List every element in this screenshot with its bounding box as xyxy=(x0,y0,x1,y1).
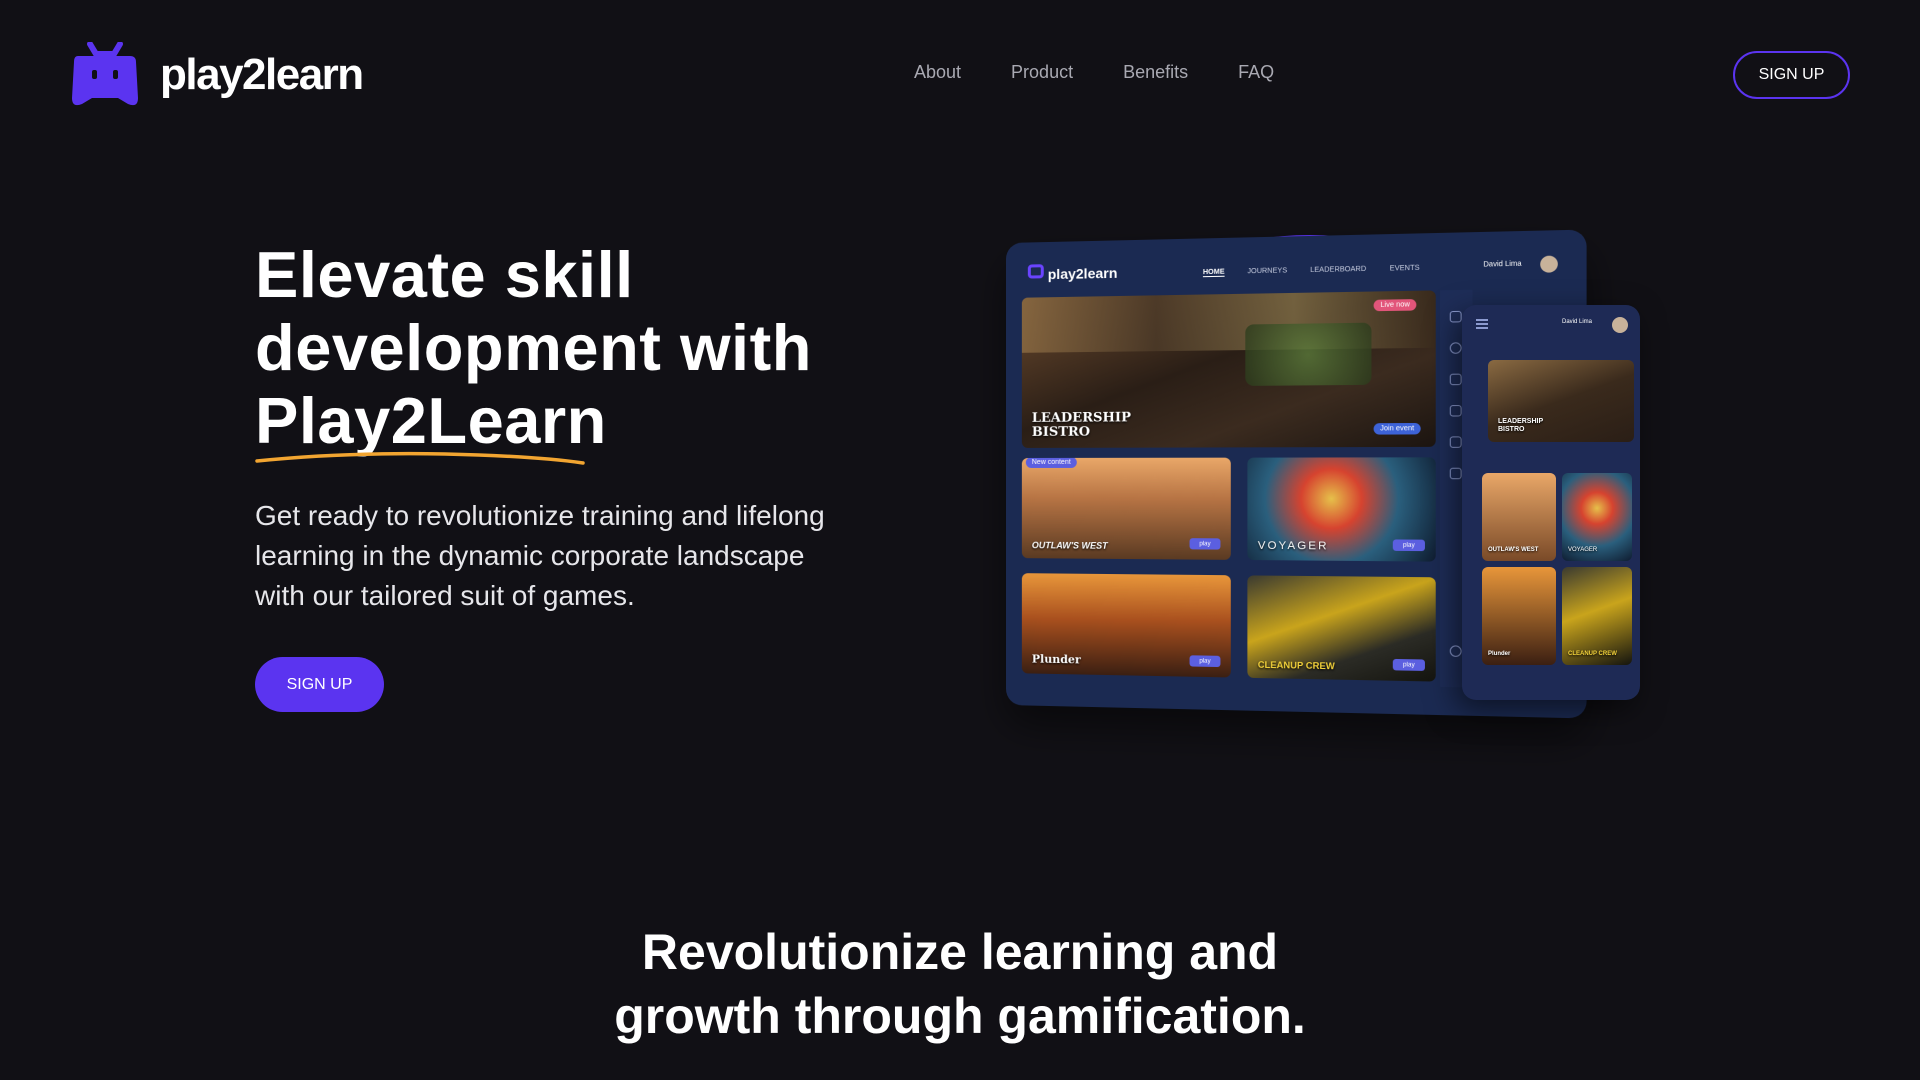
logo[interactable]: play2learn xyxy=(70,42,364,110)
nav-link-faq[interactable]: FAQ xyxy=(1238,62,1274,83)
play-chip: play xyxy=(1392,539,1425,552)
play-chip: play xyxy=(1392,658,1425,671)
game-title-outlaws-west: OUTLAW'S WEST xyxy=(1031,540,1108,551)
nav-link-about[interactable]: About xyxy=(914,62,961,83)
calendar-icon xyxy=(1449,373,1462,386)
join-event-chip: Join event xyxy=(1373,422,1421,435)
mobile-featured-tile: LEADERSHIP BISTRO xyxy=(1488,360,1634,442)
game-title-leadership-bistro: LEADERSHIP BISTRO xyxy=(1031,410,1131,440)
avatar xyxy=(1612,317,1628,333)
mobile-title-voyager: VOYAGER xyxy=(1568,547,1598,553)
product-mockup: play2learn HOME JOURNEYS LEADERBOARD EVE… xyxy=(1000,229,1680,719)
mobile-screen: David Lima LEADERSHIP BISTRO OUTLAW'S WE… xyxy=(1462,305,1640,700)
settings-icon xyxy=(1449,645,1462,658)
section-title-line-2: growth through gamification. xyxy=(614,988,1306,1044)
mockup-nav-home: HOME xyxy=(1202,268,1225,278)
mobile-tile-outlaws-west: OUTLAW'S WEST xyxy=(1482,473,1556,561)
mockup-nav-leaderboard: LEADERBOARD xyxy=(1310,265,1367,275)
brand-name: play2learn xyxy=(160,50,364,99)
mockup-brand: play2learn xyxy=(1047,264,1118,283)
mockup-nav-journeys: JOURNEYS xyxy=(1247,267,1288,276)
mockup-logo-icon xyxy=(1027,264,1044,279)
nav-link-benefits[interactable]: Benefits xyxy=(1123,62,1188,83)
game-title-cleanup-crew: CLEANUP CREW xyxy=(1257,659,1335,672)
main-nav: About Product Benefits FAQ xyxy=(914,62,1324,83)
site-header: play2learn About Product Benefits FAQ SI… xyxy=(0,0,1920,150)
menu-icon xyxy=(1476,319,1488,321)
game-tile-cleanup-crew: CLEANUP CREW play xyxy=(1247,575,1436,682)
header-signup-button[interactable]: SIGN UP xyxy=(1733,51,1850,99)
play-chip: play xyxy=(1189,655,1221,668)
featured-game-tile: Live now Join event LEADERSHIP BISTRO xyxy=(1021,290,1436,448)
mobile-user-name: David Lima xyxy=(1562,319,1593,325)
mobile-title-cleanup-crew: CLEANUP CREW xyxy=(1568,651,1617,657)
hero-title-line-3: Play2Learn xyxy=(255,384,607,457)
section-title: Revolutionize learning and growth throug… xyxy=(0,920,1920,1048)
live-badge: Live now xyxy=(1373,299,1417,312)
mobile-title-leadership-bistro: LEADERSHIP BISTRO xyxy=(1498,418,1543,433)
mobile-tile-cleanup-crew: CLEANUP CREW xyxy=(1562,567,1632,665)
mobile-title-outlaws-west: OUTLAW'S WEST xyxy=(1488,547,1539,553)
title-underline-decoration xyxy=(255,451,585,465)
hero-signup-button[interactable]: SIGN UP xyxy=(255,657,384,712)
nav-link-product[interactable]: Product xyxy=(1011,62,1073,83)
section-title-line-1: Revolutionize learning and xyxy=(641,924,1279,980)
mockup-nav: HOME JOURNEYS LEADERBOARD EVENTS xyxy=(1202,264,1420,278)
mobile-title-plunder: Plunder xyxy=(1488,651,1511,657)
avatar xyxy=(1540,255,1558,273)
gamepad-logo-icon xyxy=(72,42,138,106)
new-content-badge: New content xyxy=(1025,457,1077,468)
hero-title-line-2: development with xyxy=(255,311,812,384)
play-icon xyxy=(1449,342,1462,354)
hourglass-icon xyxy=(1449,467,1462,480)
map-icon xyxy=(1449,436,1462,448)
mockup-nav-events: EVENTS xyxy=(1389,264,1420,273)
game-tile-voyager: VOYAGER play xyxy=(1247,457,1436,562)
trophy-icon xyxy=(1449,404,1462,417)
game-title-plunder: Plunder xyxy=(1031,652,1081,667)
mockup-user-name: David Lima xyxy=(1483,260,1522,269)
hero-subtitle: Get ready to revolutionize training and … xyxy=(255,500,825,611)
mobile-tile-voyager: VOYAGER xyxy=(1562,473,1632,561)
game-title-voyager: VOYAGER xyxy=(1257,539,1329,553)
hero-title: Elevate skill development with Play2Lear… xyxy=(255,238,875,457)
mockup-topbar: play2learn HOME JOURNEYS LEADERBOARD EVE… xyxy=(1006,230,1587,291)
home-icon xyxy=(1449,310,1462,323)
game-tile-outlaws-west: New content OUTLAW'S WEST play xyxy=(1021,457,1231,560)
hero-title-line-1: Elevate skill xyxy=(255,238,634,311)
play-chip: play xyxy=(1189,538,1221,550)
game-tile-plunder: Plunder play xyxy=(1021,573,1231,678)
mobile-tile-plunder: Plunder xyxy=(1482,567,1556,665)
